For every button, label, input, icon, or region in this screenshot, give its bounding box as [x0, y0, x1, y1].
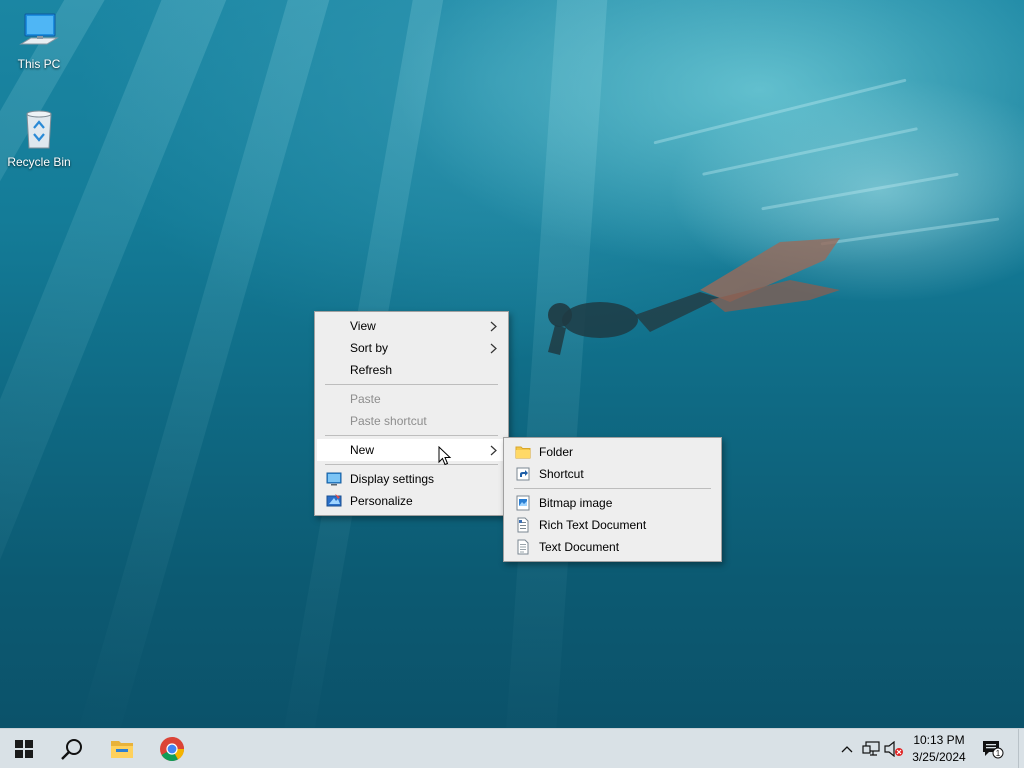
swimmer-silhouette [548, 238, 840, 355]
chevron-right-icon [490, 321, 497, 332]
new-submenu: Folder Shortcut Bitmap image Rich Text D… [503, 437, 722, 562]
shortcut-icon [516, 467, 530, 481]
chevron-right-icon [490, 445, 497, 456]
action-center-icon: 1 [983, 741, 1004, 759]
submenu-item-shortcut[interactable]: Shortcut [506, 463, 719, 485]
network-icon [862, 741, 880, 756]
folder-icon [515, 446, 531, 459]
submenu-item-rich-text-document[interactable]: Rich Text Document [506, 514, 719, 536]
desktop-context-menu: View Sort by Refresh Paste Paste shortcu… [314, 311, 509, 516]
submenu-item-text-document[interactable]: Text Document [506, 536, 719, 558]
show-hidden-icons-button[interactable] [837, 739, 857, 759]
water-streak [702, 127, 918, 176]
mouse-cursor-icon [438, 446, 452, 466]
chevron-up-icon [841, 746, 853, 753]
menu-item-paste[interactable]: Paste [317, 388, 506, 410]
bitmap-icon [516, 495, 530, 511]
text-doc-icon [517, 539, 529, 555]
rtf-icon [517, 517, 529, 533]
submenu-item-bitmap[interactable]: Bitmap image [506, 492, 719, 514]
file-explorer-button[interactable] [98, 729, 146, 768]
menu-item-refresh[interactable]: Refresh [317, 359, 506, 381]
menu-item-label: New [350, 443, 375, 457]
chevron-right-icon [490, 343, 497, 354]
network-button[interactable] [861, 739, 881, 759]
chrome-icon [160, 737, 184, 762]
personalize-icon [326, 494, 342, 507]
water-streak [653, 78, 907, 145]
file-explorer-icon [111, 741, 133, 758]
menu-item-paste-shortcut[interactable]: Paste shortcut [317, 410, 506, 432]
start-icon [15, 740, 33, 758]
show-desktop-button[interactable] [1018, 729, 1024, 768]
menu-item-label: Rich Text Document [539, 518, 647, 532]
light-ray [74, 0, 340, 728]
desktop-icon-recycle-bin[interactable]: Recycle Bin [1, 108, 77, 169]
desktop-icon-this-pc[interactable]: This PC [1, 10, 77, 71]
start-button[interactable] [0, 729, 48, 768]
action-center-button[interactable]: 1 [982, 739, 1004, 759]
submenu-item-folder[interactable]: Folder [506, 441, 719, 463]
menu-item-label: Personalize [350, 494, 413, 508]
chrome-button[interactable] [148, 729, 196, 768]
menu-item-label: Sort by [350, 341, 389, 355]
menu-item-label: Refresh [350, 363, 393, 377]
menu-item-label: View [350, 319, 376, 333]
clock-date: 3/25/2024 [912, 750, 966, 764]
menu-item-personalize[interactable]: Personalize [317, 490, 506, 512]
volume-button[interactable] [884, 739, 904, 759]
desktop-icon-label: Recycle Bin [7, 155, 71, 169]
menu-item-display-settings[interactable]: Display settings [317, 468, 506, 490]
display-icon [326, 472, 342, 486]
menu-separator [325, 435, 498, 436]
clock-time: 10:13 PM [913, 733, 965, 747]
menu-separator [325, 464, 498, 465]
notification-count: 1 [996, 749, 1001, 758]
taskbar-clock[interactable]: 10:13 PM 3/25/2024 [905, 732, 973, 766]
menu-item-label: Text Document [539, 540, 620, 554]
menu-separator [514, 488, 711, 489]
menu-item-label: Folder [539, 445, 574, 459]
volume-muted-icon [884, 741, 903, 757]
search-button[interactable] [48, 729, 96, 768]
computer-icon [19, 13, 59, 45]
menu-item-new[interactable]: New [317, 439, 506, 461]
search-icon [61, 739, 82, 760]
menu-item-label: Paste [350, 392, 381, 406]
recycle-bin-icon [26, 110, 52, 149]
menu-item-label: Bitmap image [539, 496, 613, 510]
menu-item-label: Shortcut [539, 467, 584, 481]
menu-item-sort-by[interactable]: Sort by [317, 337, 506, 359]
menu-item-label: Display settings [350, 472, 435, 486]
menu-item-view[interactable]: View [317, 315, 506, 337]
desktop[interactable]: This PC Recycle Bin [0, 0, 1024, 728]
taskbar: 10:13 PM 3/25/2024 1 [0, 728, 1024, 768]
water-streak [761, 172, 959, 211]
desktop-icon-label: This PC [17, 57, 61, 71]
menu-separator [325, 384, 498, 385]
menu-item-label: Paste shortcut [350, 414, 427, 428]
